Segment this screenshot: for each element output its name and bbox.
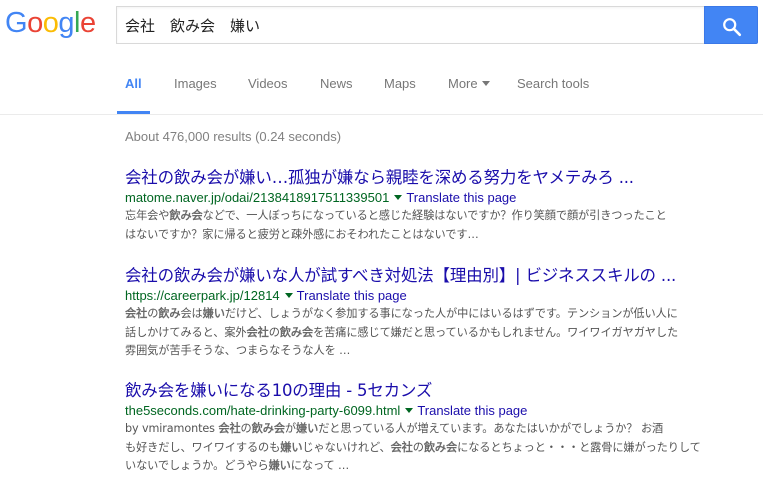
tab-videos[interactable]: Videos [248,76,288,91]
result-stats: About 476,000 results (0.24 seconds) [125,129,342,144]
logo-letter: o [42,7,59,39]
snippet-keyword: 会社 [125,307,148,320]
snippet-text: いないでしょうか。どうやら [125,459,269,472]
logo-letter: e [79,7,96,39]
caret-down-icon[interactable] [284,293,293,298]
caret-down-icon[interactable] [394,195,403,200]
snippet-text: になって … [290,459,350,472]
snippet-text: じゃないけれど、 [302,440,391,454]
search-button[interactable] [704,6,758,44]
snippet-keyword: 嫌い [268,459,291,472]
result-title-link[interactable]: 会社の飲み会が嫌いな人が試すべき対処法【理由別】| ビジネススキルの ... [125,265,755,287]
caret-down-icon [481,81,490,86]
snippet-keyword: 嫌い [280,440,303,454]
snippet-keyword: 飲み会 [169,209,203,222]
tab-search-tools[interactable]: Search tools [517,76,589,91]
logo-letter: G [5,7,28,39]
snippet-keyword: 飲み会 [423,440,458,454]
search-result: 会社の飲み会が嫌い…孤独が嫌なら親睦を深める努力をヤメテみろ ... matom… [125,167,755,244]
snippet-keyword: 嫌い [296,422,319,435]
result-url-line: https://careerpark.jp/12814 Translate thi… [125,287,755,305]
snippet-text: を苦痛に感じて嫌だと思っているかもしれません。ワイワイガヤガヤした [313,325,679,339]
logo-letter: g [58,7,74,39]
snippet-text: だけど、しょうがなく参加する事になった人が中にはいるはずです。テンションが低い人… [224,307,678,320]
snippet-text: が [284,422,296,435]
tab-maps[interactable]: Maps [384,76,416,91]
search-box[interactable] [116,6,704,44]
search-icon [723,18,742,37]
tab-images[interactable]: Images [174,76,217,91]
snippet-keyword: 飲み [158,307,181,320]
snippet-text: 話しかけてみると、案外 [125,325,247,339]
snippet-text: 忘年会や [125,209,170,222]
result-url-line: matome.naver.jp/odai/2138418917511339501… [125,189,755,207]
snippet-line: 雰囲気が苦手そうな、つまらなそうな人を … [125,342,755,361]
snippet-text: はないですか？家に帰ると疲労と疎外感におそわれたことはないです… [125,227,479,241]
result-snippet: by vmiramontes 会社の飲み会が嫌いだと思っている人が増えています。… [125,420,755,476]
snippet-line: by vmiramontes 会社の飲み会が嫌いだと思っている人が増えています。… [125,420,755,439]
active-tab-indicator [117,111,150,114]
result-title-link[interactable]: 会社の飲み会が嫌い…孤独が嫌なら親睦を深める努力をヤメテみろ ... [125,167,755,189]
snippet-keyword: 飲み会 [251,422,285,435]
result-snippet: 忘年会や飲み会などで、一人ぼっちになっていると感じた経験はないですか？作り笑顔で… [125,207,755,244]
result-url[interactable]: matome.naver.jp/odai/2138418917511339501 [125,190,389,205]
tab-more[interactable]: More [448,76,490,91]
snippet-text: の [147,307,159,320]
search-result: 会社の飲み会が嫌いな人が試すべき対処法【理由別】| ビジネススキルの ... h… [125,265,755,361]
snippet-text: だと思っている人が増えています。あなたはいかがでしょうか？ お酒 [318,422,664,435]
translate-link[interactable]: Translate this page [297,288,407,303]
search-input[interactable] [125,7,695,43]
snippet-text: 雰囲気が苦手そうな、つまらなそうな人を … [125,344,351,357]
snippet-keyword: 飲み会 [279,325,314,339]
snippet-text: の [268,325,280,339]
snippet-text: by vmiramontes [125,422,219,435]
header: Google [0,0,763,52]
snippet-text: になるとちょっと・・・と露骨に嫌がったりして [457,440,701,454]
logo-letter: o [27,7,43,39]
snippet-text: 会は [180,307,203,320]
snippet-line: 忘年会や飲み会などで、一人ぼっちになっていると感じた経験はないですか？作り笑顔で… [125,207,755,226]
snippet-text: の [412,440,424,454]
tab-more-label: More [448,76,478,91]
snippet-text: の [240,422,252,435]
snippet-keyword: 嫌い [202,307,225,320]
translate-link[interactable]: Translate this page [406,190,516,205]
result-title-link[interactable]: 飲み会を嫌いになる10の理由 - 5セカンズ [125,380,755,402]
caret-down-icon[interactable] [405,408,414,413]
snippet-line: 会社の飲み会は嫌いだけど、しょうがなく参加する事になった人が中にはいるはずです。… [125,305,755,324]
result-snippet: 会社の飲み会は嫌いだけど、しょうがなく参加する事になった人が中にはいるはずです。… [125,305,755,361]
snippet-keyword: 会社 [218,422,241,435]
snippet-text: などで、一人ぼっちになっていると感じた経験はないですか？作り笑顔で顔が引きつった… [202,209,667,222]
snippet-line: いないでしょうか。どうやら嫌いになって … [125,457,755,476]
result-url-line: the5seconds.com/hate-drinking-party-6099… [125,402,755,420]
tab-news[interactable]: News [320,76,353,91]
snippet-line: はないですか？家に帰ると疲労と疎外感におそわれたことはないです… [125,226,755,245]
snippet-line: も好きだし、ワイワイするのも嫌いじゃないけれど、会社の飲み会になるとちょっと・・… [125,439,755,458]
result-url[interactable]: the5seconds.com/hate-drinking-party-6099… [125,403,400,418]
snippet-text: も好きだし、ワイワイするのも [125,440,281,454]
result-url[interactable]: https://careerpark.jp/12814 [125,288,280,303]
snippet-line: 話しかけてみると、案外会社の飲み会を苦痛に感じて嫌だと思っているかもしれません。… [125,324,755,343]
search-nav: All Images Videos News Maps More Search … [0,56,763,115]
translate-link[interactable]: Translate this page [417,403,527,418]
snippet-keyword: 会社 [246,325,269,339]
tab-all[interactable]: All [125,76,142,91]
google-logo[interactable]: Google [5,8,96,38]
search-result: 飲み会を嫌いになる10の理由 - 5セカンズ the5seconds.com/h… [125,380,755,476]
snippet-keyword: 会社 [390,440,413,454]
